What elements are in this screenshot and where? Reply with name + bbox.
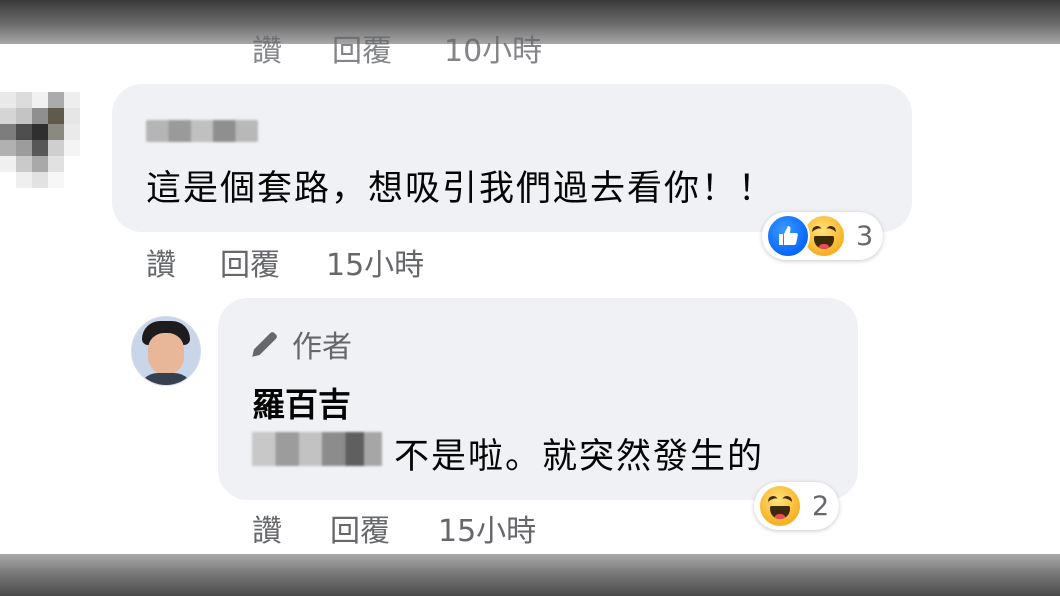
reaction-count: 2 — [812, 490, 830, 522]
like-link[interactable]: 讚 — [252, 26, 282, 70]
comment-text: 這是個套路，想吸引我們過去看你！！ — [146, 169, 776, 209]
pencil-icon — [252, 332, 277, 357]
blurred-commenter-name[interactable] — [146, 120, 258, 142]
reply-text: 不是啦。就突然發生的 — [394, 437, 765, 477]
reply-link[interactable]: 回覆 — [330, 506, 390, 550]
comment-reactions[interactable]: 3 — [762, 212, 884, 260]
author-avatar[interactable] — [131, 316, 201, 386]
pixelated-avatar[interactable] — [0, 92, 80, 188]
author-badge-label: 作者 — [292, 330, 352, 365]
author-badge: 作者 — [248, 322, 352, 366]
timestamp[interactable]: 15小時 — [326, 240, 424, 284]
reply-actions: 讚 回覆 15小時 — [252, 506, 536, 550]
blurred-tagged-name[interactable] — [252, 432, 382, 466]
like-icon — [766, 214, 810, 258]
timestamp[interactable]: 15小時 — [438, 506, 536, 550]
like-link[interactable]: 讚 — [146, 240, 176, 284]
comment-actions: 讚 回覆 15小時 — [146, 240, 424, 284]
previous-comment-actions: 讚 回覆 10小時 — [252, 26, 542, 70]
reply-link[interactable]: 回覆 — [332, 26, 392, 70]
reaction-count: 3 — [856, 220, 874, 252]
comment-bubble: 這是個套路，想吸引我們過去看你！！ — [112, 84, 912, 232]
like-link[interactable]: 讚 — [252, 506, 282, 550]
reply-link[interactable]: 回覆 — [220, 240, 280, 284]
reply-reactions[interactable]: 2 — [754, 482, 840, 530]
timestamp[interactable]: 10小時 — [444, 26, 542, 70]
reply-bubble: 作者 羅百吉 不是啦。就突然發生的 — [218, 298, 858, 500]
haha-icon — [758, 484, 802, 528]
video-frame-bottom — [0, 554, 1060, 596]
commenter-name[interactable]: 羅百吉 — [252, 378, 351, 426]
